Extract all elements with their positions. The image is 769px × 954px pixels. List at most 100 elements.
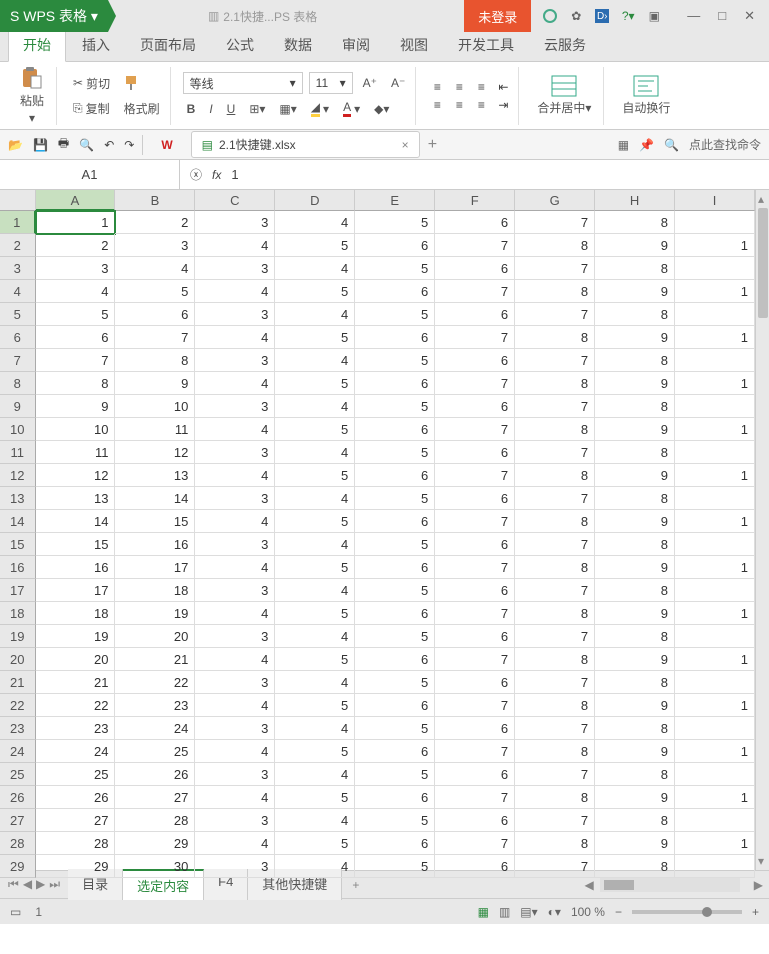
command-search[interactable]: 点此查找命令 (689, 136, 761, 153)
cell[interactable]: 7 (515, 717, 595, 740)
cell[interactable]: 9 (595, 326, 675, 349)
cell[interactable]: 7 (515, 579, 595, 602)
cell[interactable]: 5 (355, 533, 435, 556)
cell[interactable]: 1 (675, 786, 755, 809)
row-header[interactable]: 8 (0, 372, 36, 395)
cell[interactable]: 3 (195, 579, 275, 602)
cell[interactable]: 6 (36, 326, 116, 349)
cell[interactable]: 7 (435, 832, 515, 855)
row-header[interactable]: 5 (0, 303, 36, 326)
cell[interactable]: 4 (195, 648, 275, 671)
cell[interactable]: 4 (275, 671, 355, 694)
cell[interactable]: 4 (195, 372, 275, 395)
cell[interactable]: 8 (595, 579, 675, 602)
font-name-combo[interactable]: 等线▾ (183, 72, 303, 94)
cell[interactable]: 18 (115, 579, 195, 602)
border-button[interactable]: ⊞▾ (245, 100, 269, 118)
row-header[interactable]: 1 (0, 211, 36, 234)
cell[interactable]: 4 (275, 855, 355, 878)
cell[interactable]: 5 (275, 694, 355, 717)
cell[interactable]: 5 (275, 464, 355, 487)
cell[interactable]: 1 (675, 556, 755, 579)
cell[interactable]: 3 (195, 349, 275, 372)
cell[interactable]: 2 (115, 211, 195, 234)
cell[interactable]: 8 (515, 740, 595, 763)
cell[interactable]: 7 (435, 786, 515, 809)
cell[interactable]: 9 (595, 556, 675, 579)
cell[interactable]: 7 (515, 855, 595, 878)
cell[interactable]: 27 (115, 786, 195, 809)
cell[interactable]: 10 (115, 395, 195, 418)
cell[interactable]: 5 (355, 395, 435, 418)
cell[interactable]: 3 (195, 487, 275, 510)
cell[interactable]: 6 (435, 257, 515, 280)
cell[interactable]: 15 (115, 510, 195, 533)
row-header[interactable]: 25 (0, 763, 36, 786)
cell[interactable]: 7 (515, 763, 595, 786)
help-icon[interactable]: ?▾ (621, 9, 635, 23)
cell[interactable]: 4 (195, 234, 275, 257)
cell[interactable]: 13 (36, 487, 116, 510)
cell[interactable]: 5 (355, 257, 435, 280)
cell[interactable]: 4 (275, 487, 355, 510)
hscroll-left[interactable]: ◀ (579, 878, 600, 892)
cell[interactable]: 6 (355, 234, 435, 257)
cell[interactable]: 5 (275, 372, 355, 395)
book-icon[interactable]: ▭ (10, 905, 21, 919)
save-icon[interactable]: 💾 (33, 138, 48, 152)
cell[interactable]: 8 (595, 533, 675, 556)
cell[interactable]: 26 (36, 786, 116, 809)
cell[interactable]: 7 (515, 487, 595, 510)
bold-button[interactable]: B (183, 100, 200, 118)
row-header[interactable]: 7 (0, 349, 36, 372)
cell[interactable]: 8 (595, 855, 675, 878)
cell[interactable]: 5 (355, 349, 435, 372)
cell[interactable]: 7 (435, 280, 515, 303)
cell[interactable]: 29 (115, 832, 195, 855)
cell[interactable]: 5 (355, 855, 435, 878)
align-bottom-button[interactable]: ≡ (472, 80, 490, 94)
cell[interactable]: 1 (675, 510, 755, 533)
cell[interactable]: 6 (355, 280, 435, 303)
cell[interactable]: 12 (115, 441, 195, 464)
maximize-button[interactable]: □ (718, 8, 726, 24)
fill-pattern-button[interactable]: ▦▾ (275, 100, 300, 118)
cell[interactable]: 8 (595, 211, 675, 234)
cell[interactable]: 1 (675, 602, 755, 625)
cell[interactable]: 5 (275, 648, 355, 671)
cell[interactable]: 28 (115, 809, 195, 832)
cell[interactable]: 9 (595, 234, 675, 257)
cell[interactable]: 9 (595, 418, 675, 441)
cell[interactable]: 5 (355, 211, 435, 234)
horizontal-scrollbar[interactable] (600, 878, 740, 892)
cell[interactable]: 3 (115, 234, 195, 257)
cell[interactable]: 6 (355, 740, 435, 763)
cell[interactable]: 5 (275, 740, 355, 763)
cell[interactable]: 3 (195, 303, 275, 326)
login-button[interactable]: 未登录 (464, 0, 531, 32)
cell[interactable]: 24 (115, 717, 195, 740)
cell[interactable]: 14 (36, 510, 116, 533)
cell[interactable]: 5 (275, 786, 355, 809)
cell[interactable]: 1 (675, 234, 755, 257)
sheet-nav-prev[interactable]: ◀ (23, 877, 32, 892)
cell[interactable]: 4 (275, 533, 355, 556)
cell[interactable]: 8 (595, 441, 675, 464)
cell[interactable]: 25 (36, 763, 116, 786)
cell[interactable]: 8 (515, 372, 595, 395)
column-header[interactable]: I (675, 190, 755, 211)
view-page-button[interactable]: ▥ (499, 905, 510, 919)
cell[interactable]: 9 (595, 602, 675, 625)
cell[interactable]: 7 (515, 395, 595, 418)
align-right-button[interactable]: ≡ (472, 98, 490, 112)
column-header[interactable]: H (595, 190, 675, 211)
cell[interactable]: 5 (275, 832, 355, 855)
row-header[interactable]: 26 (0, 786, 36, 809)
cell[interactable]: 7 (435, 602, 515, 625)
cell[interactable]: 3 (195, 809, 275, 832)
cell[interactable]: 6 (435, 855, 515, 878)
cell[interactable]: 7 (435, 326, 515, 349)
row-header[interactable]: 10 (0, 418, 36, 441)
wrap-text-button[interactable]: 自动换行 (616, 75, 676, 116)
cell[interactable]: 6 (435, 487, 515, 510)
